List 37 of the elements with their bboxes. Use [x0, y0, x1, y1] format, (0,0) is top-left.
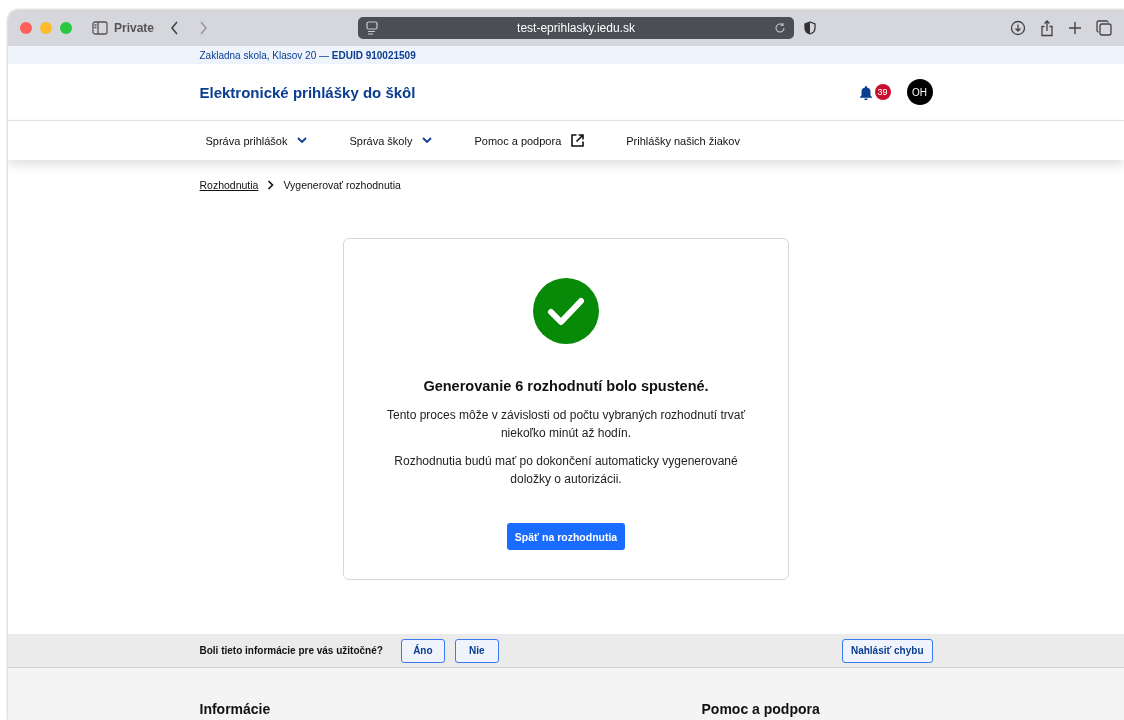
page-icon [366, 21, 379, 35]
share-icon[interactable] [1040, 19, 1054, 37]
notification-badge: 39 [874, 84, 891, 100]
breadcrumb-link[interactable]: Rozhodnutia [199, 179, 259, 191]
nav-item[interactable]: Správa prihlášok [199, 134, 314, 147]
tabs-icon[interactable] [1096, 20, 1112, 36]
sidebar-icon[interactable] [92, 21, 108, 35]
back-button[interactable]: Späť na rozhodnutia [506, 523, 626, 550]
school-info: Zakladna skola, Klasov 20 — EDUID 910021509 [199, 48, 416, 62]
address-bar[interactable]: test-eprihlasky.iedu.sk [358, 17, 795, 39]
footer-heading: Pomoc a podpora [701, 701, 821, 717]
chevron-down-icon [422, 137, 433, 144]
success-check-icon [533, 278, 599, 344]
chevron-down-icon [297, 137, 308, 144]
nav-item[interactable]: Pomoc a podpora [468, 134, 591, 147]
user-avatar[interactable]: OH [906, 79, 933, 105]
breadcrumb-current: Vygenerovať rozhodnutia [283, 179, 401, 191]
result-heading: Generovanie 6 rozhodnutí bolo spustené. [423, 378, 709, 394]
nav-item[interactable]: Prihlášky našich žiakov [620, 134, 746, 147]
site-title[interactable]: Elektronické prihlášky do škôl [199, 83, 416, 101]
feedback-answer-button[interactable]: Áno [400, 638, 445, 663]
private-label: Private [114, 21, 155, 35]
download-icon[interactable] [1010, 20, 1026, 36]
report-error-button[interactable]: Nahlásiť chybu [841, 638, 933, 663]
footer-heading: Informácie [199, 701, 272, 717]
feedback-question: Boli tieto informácie pre vás užitočné? [199, 645, 383, 656]
result-message: Tento proces môže v závislosti od počtu vybraných rozhodnutí trvať niekoľko minút až hodín. [386, 407, 746, 442]
external-link-icon [571, 134, 585, 147]
back-icon[interactable] [170, 21, 181, 35]
chevron-right-icon [267, 180, 275, 190]
nav-item[interactable]: Správa školy [343, 134, 439, 147]
bell-icon[interactable] [858, 84, 873, 100]
plus-icon[interactable] [1068, 21, 1082, 35]
shield-icon[interactable] [804, 21, 817, 35]
reload-icon[interactable] [774, 22, 787, 34]
result-message: Rozhodnutia budú mať po dokončení automaticky vygenerované doložky o autorizácii. [393, 453, 739, 488]
feedback-answer-button[interactable]: Nie [454, 638, 499, 663]
